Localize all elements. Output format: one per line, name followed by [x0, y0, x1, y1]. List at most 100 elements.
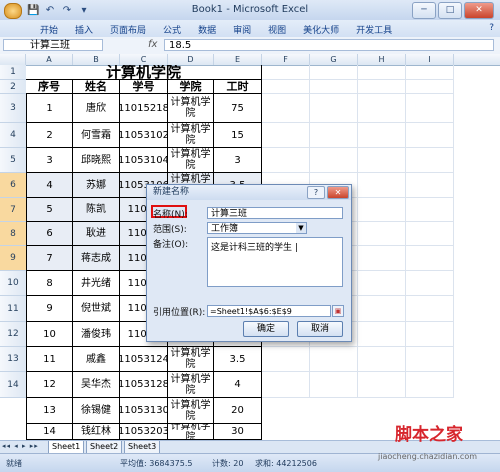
empty-cell[interactable] [310, 65, 358, 80]
row-header[interactable]: 3 [0, 94, 26, 123]
empty-cell[interactable] [310, 372, 358, 398]
table-cell[interactable]: 9 [26, 296, 73, 322]
empty-cell[interactable] [262, 65, 310, 80]
empty-cell[interactable] [406, 80, 454, 94]
table-cell[interactable]: 4 [214, 372, 262, 398]
help-icon[interactable]: ? [489, 23, 494, 33]
table-cell[interactable]: 30 [214, 424, 262, 440]
empty-cell[interactable] [310, 347, 358, 372]
column-header[interactable]: A [26, 54, 73, 65]
comment-field[interactable]: 这是计科三班的学生 | [207, 237, 343, 287]
table-cell[interactable]: 6 [26, 222, 73, 246]
table-cell[interactable]: 5 [26, 198, 73, 222]
table-cell[interactable]: 戚鑫 [73, 347, 120, 372]
table-cell[interactable]: 计算机学院 [168, 123, 214, 148]
table-cell[interactable]: 11053102 [120, 123, 168, 148]
tab-view[interactable]: 视图 [268, 23, 286, 36]
empty-cell[interactable] [358, 372, 406, 398]
row-header[interactable]: 6 [0, 173, 26, 198]
column-title[interactable]: 学院 [168, 80, 214, 94]
table-cell[interactable]: 井光绪 [73, 271, 120, 296]
table-cell[interactable]: 7 [26, 246, 73, 271]
table-cell[interactable]: 何雪霜 [73, 123, 120, 148]
row-header[interactable]: 5 [0, 148, 26, 173]
table-cell[interactable]: 11053128 [120, 372, 168, 398]
table-cell[interactable]: 计算机学院 [168, 148, 214, 173]
table-cell[interactable]: 3 [26, 148, 73, 173]
table-cell[interactable]: 4 [26, 173, 73, 198]
empty-cell[interactable] [406, 173, 454, 198]
empty-cell[interactable] [310, 94, 358, 123]
table-cell[interactable]: 计算机学院 [168, 94, 214, 123]
empty-cell[interactable] [358, 65, 406, 80]
table-cell[interactable]: 11053130 [120, 398, 168, 424]
table-cell[interactable]: 邱晓熙 [73, 148, 120, 173]
refers-to-field[interactable]: =Sheet1!$A$6:$E$9 [207, 305, 331, 317]
empty-cell[interactable] [262, 148, 310, 173]
empty-cell[interactable] [406, 296, 454, 322]
empty-cell[interactable] [406, 372, 454, 398]
empty-cell[interactable] [406, 271, 454, 296]
row-header[interactable]: 7 [0, 198, 26, 222]
table-cell[interactable]: 20 [214, 398, 262, 424]
dialog-help-button[interactable]: ? [307, 186, 325, 199]
empty-cell[interactable] [358, 246, 406, 271]
select-all-corner[interactable] [0, 54, 26, 65]
empty-cell[interactable] [358, 173, 406, 198]
minimize-button[interactable]: ─ [412, 2, 436, 19]
empty-cell[interactable] [406, 65, 454, 80]
empty-cell[interactable] [406, 246, 454, 271]
empty-cell[interactable] [358, 271, 406, 296]
tab-developer[interactable]: 开发工具 [356, 23, 392, 36]
collapse-dialog-icon[interactable]: ▣ [332, 305, 344, 317]
tab-review[interactable]: 审阅 [233, 23, 251, 36]
empty-cell[interactable] [262, 94, 310, 123]
close-button[interactable]: ✕ [464, 2, 494, 19]
empty-cell[interactable] [262, 123, 310, 148]
row-header[interactable]: 4 [0, 123, 26, 148]
table-cell[interactable]: 钱红林 [73, 424, 120, 440]
empty-cell[interactable] [358, 198, 406, 222]
column-title[interactable]: 姓名 [73, 80, 120, 94]
table-cell[interactable]: 75 [214, 94, 262, 123]
row-header[interactable]: 8 [0, 222, 26, 246]
column-header[interactable]: E [214, 54, 262, 65]
column-header[interactable]: C [120, 54, 168, 65]
table-cell[interactable]: 唐欣 [73, 94, 120, 123]
empty-cell[interactable] [406, 222, 454, 246]
row-header[interactable]: 1 [0, 65, 26, 80]
row-header[interactable]: 14 [0, 372, 26, 398]
table-cell[interactable]: 10 [26, 322, 73, 347]
table-cell[interactable]: 13 [26, 398, 73, 424]
name-field[interactable]: 计算三班 [207, 207, 343, 219]
chevron-down-icon[interactable]: ▼ [296, 223, 306, 233]
scope-select[interactable]: 工作簿 ▼ [207, 222, 307, 234]
column-header[interactable]: D [168, 54, 214, 65]
row-header[interactable]: 12 [0, 322, 26, 347]
empty-cell[interactable] [262, 347, 310, 372]
table-cell[interactable]: 陈凯 [73, 198, 120, 222]
table-cell[interactable]: 计算机学院 [168, 424, 214, 440]
table-cell[interactable]: 耿进 [73, 222, 120, 246]
empty-cell[interactable] [406, 123, 454, 148]
table-cell[interactable]: 计算机学院 [168, 398, 214, 424]
sheet-nav-icons[interactable]: ◂◂ ◂ ▸ ▸▸ [2, 442, 39, 450]
empty-cell[interactable] [406, 148, 454, 173]
column-header[interactable]: H [358, 54, 406, 65]
table-cell[interactable]: 倪世斌 [73, 296, 120, 322]
sheet-title[interactable]: 计算机学院 [26, 65, 262, 80]
empty-cell[interactable] [310, 123, 358, 148]
table-cell[interactable]: 计算机学院 [168, 372, 214, 398]
column-header[interactable]: B [73, 54, 120, 65]
empty-cell[interactable] [262, 80, 310, 94]
column-header[interactable]: G [310, 54, 358, 65]
cancel-button[interactable]: 取消 [297, 321, 343, 337]
table-cell[interactable]: 徐锡健 [73, 398, 120, 424]
tab-home[interactable]: 开始 [40, 23, 58, 36]
table-cell[interactable]: 3 [214, 148, 262, 173]
table-cell[interactable]: 12 [26, 372, 73, 398]
table-cell[interactable]: 吴华杰 [73, 372, 120, 398]
table-cell[interactable]: 苏娜 [73, 173, 120, 198]
table-cell[interactable]: 蒋志成 [73, 246, 120, 271]
row-header[interactable]: 9 [0, 246, 26, 271]
